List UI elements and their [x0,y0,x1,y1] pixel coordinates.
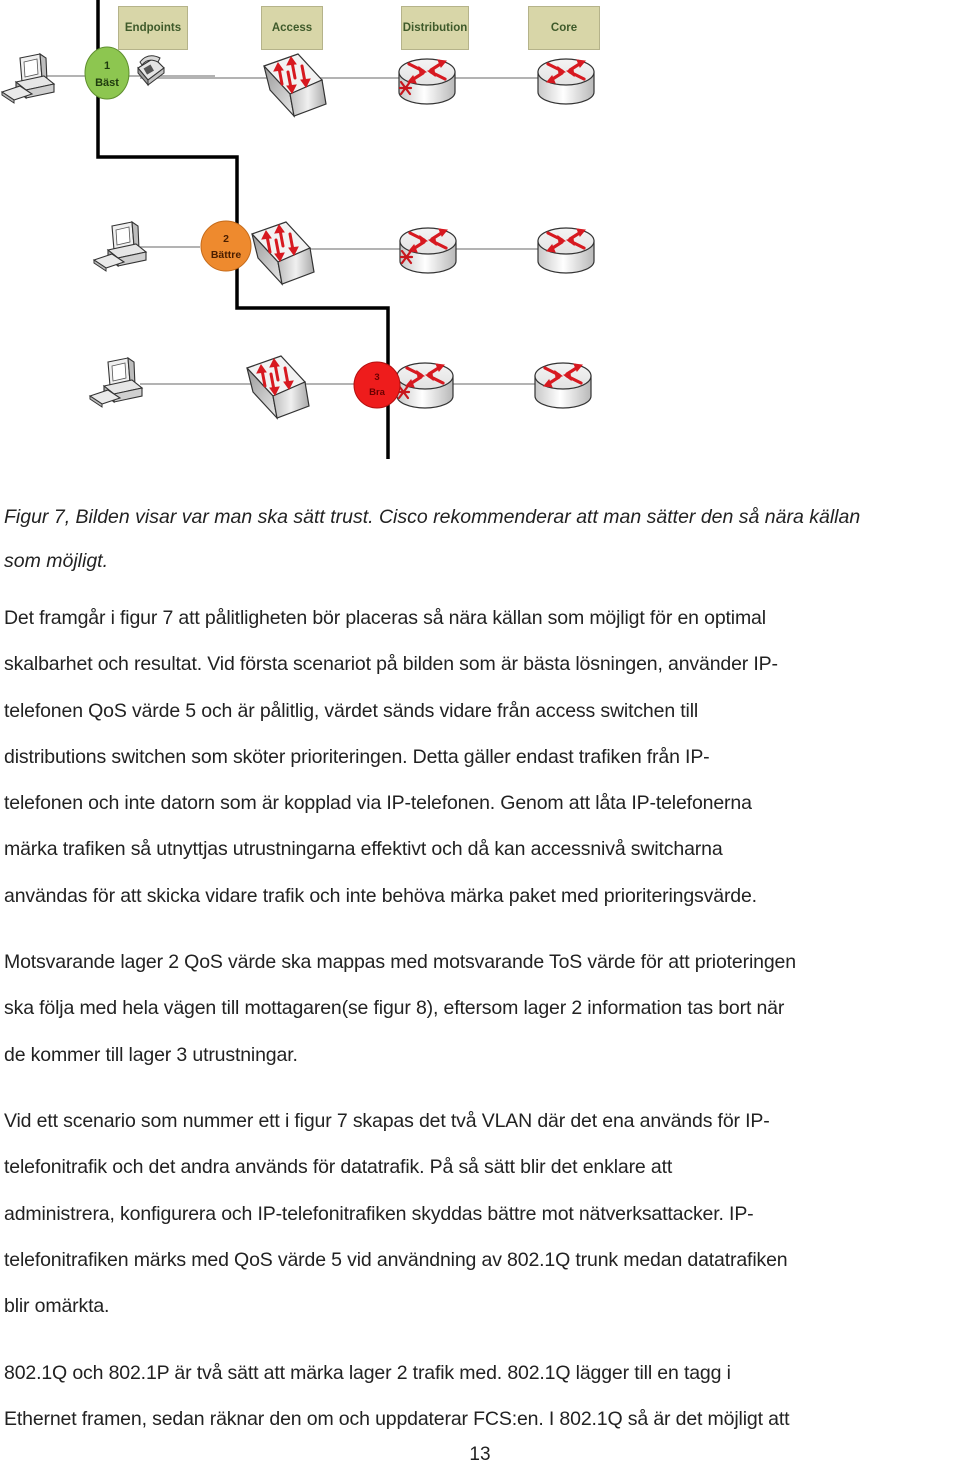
paragraph-2: Motsvarande lager 2 QoS värde ska mappas… [4,939,959,1078]
text-line: de kommer till lager 3 utrustningar. [4,1043,298,1066]
switch-icon [245,354,311,420]
figure-caption: Figur 7, Bilden visar var man ska sätt t… [4,495,954,583]
caption-line: som möjligt. [4,550,109,572]
trust-marker-1-label: Bäst [95,77,119,89]
text-line: distributions switchen som sköter priori… [4,745,710,768]
router-icon [400,228,456,273]
text-line: märka trafiken så utnyttjas utrustningar… [4,838,723,861]
trust-marker-2-number: 2 [223,233,229,245]
trust-marker-3-label: Bra [369,387,386,398]
trust-marker-3: 3 Bra [353,361,401,409]
text-line: skalbarhet och resultat. Vid första scen… [4,653,778,676]
text-line: användas för att skicka vidare trafik oc… [4,884,757,907]
paragraph-4: 802.1Q och 802.1P är två sätt att märka … [4,1350,959,1443]
text-line: telefonen och inte datorn som är kopplad… [4,792,752,815]
text-line: Motsvarande lager 2 QoS värde ska mappas… [4,951,796,973]
computer-icon [1,53,55,104]
caption-line: Figur 7, Bilden visar var man ska sätt t… [4,506,861,528]
router-icon [397,363,453,408]
router-icon [536,57,596,106]
text-line: administrera, konfigurera och IP-telefon… [4,1202,754,1225]
text-line: blir omärkta. [4,1295,110,1318]
network-diagram-svg: 1 Bäst 2 Bättre 3 Bra [1,0,596,459]
router-icon [533,361,593,410]
trust-marker-1: 1 Bäst [84,46,130,100]
text-line: telefonen QoS värde 5 och är pålitlig, v… [4,699,699,722]
switch-icon [262,52,328,118]
computer-icon [89,357,143,408]
text-line: Vid ett scenario som nummer ett i figur … [4,1110,770,1132]
paragraph-3: Vid ett scenario som nummer ett i figur … [4,1098,959,1329]
text-line: ska följa med hela vägen till mottagaren… [4,997,785,1020]
text-line: telefonitrafiken märks med QoS värde 5 v… [4,1248,788,1271]
computer-icon [93,221,147,272]
trust-marker-2-label: Bättre [211,249,242,261]
router-icon [399,59,455,104]
page-number: 13 [469,1444,491,1465]
trust-marker-1-number: 1 [104,60,110,72]
trust-marker-3-number: 3 [374,372,379,383]
text-line: telefonitrafik och det andra används för… [4,1156,673,1179]
router-icon [536,226,596,275]
switch-icon [250,220,316,286]
paragraph-1: Det framgår i figur 7 att pålitligheten … [4,595,959,919]
text-line: Det framgår i figur 7 att pålitligheten … [4,607,766,629]
ip-phone-icon [137,55,165,86]
figure-7-trust-boundary-diagram: Endpoints Access Distribution Core 1 Bäs… [0,0,620,470]
text-line: 802.1Q och 802.1P är två sätt att märka … [4,1362,731,1384]
text-line: Ethernet framen, sedan räknar den om och… [4,1408,790,1431]
trust-marker-2: 2 Bättre [200,220,252,272]
